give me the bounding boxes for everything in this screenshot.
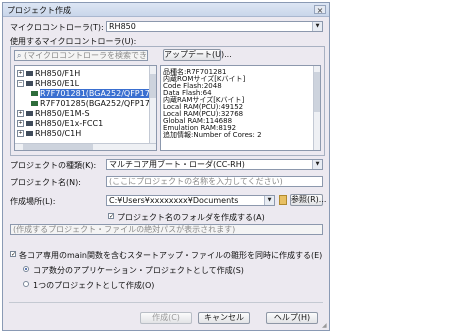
tree-item-rh850-c1h[interactable]: + RH850/C1H — [17, 129, 81, 138]
tree-item-rh850-f1h[interactable]: + RH850/F1H — [17, 69, 80, 78]
radio-per-core-label: コア数分のアプリケーション・プロジェクトとして作成(S) — [33, 266, 244, 275]
expand-icon[interactable]: + — [17, 130, 24, 137]
expand-icon[interactable]: + — [17, 110, 24, 117]
create-folder-checkbox[interactable]: ✓ — [108, 213, 114, 220]
scroll-thumb[interactable] — [150, 74, 156, 98]
create-startup-label: 各コア専用のmain関数を含むスタートアップ・ファイルの雛形を同時に作成する(E… — [19, 251, 323, 260]
radio-per-core[interactable] — [23, 266, 29, 272]
tree-vertical-scrollbar[interactable] — [149, 66, 156, 144]
collapse-icon[interactable]: − — [17, 80, 24, 87]
location-input[interactable]: C:¥Users¥xxxxxxxx¥Documents ▼ — [106, 195, 275, 206]
project-type-label: プロジェクトの種類(K): — [10, 161, 97, 170]
project-type-value: マルチコア用ブート・ローダ(CC-RH) — [109, 160, 245, 169]
location-label: 作成場所(L): — [10, 197, 56, 206]
file-path-placeholder: (作成するプロジェクト・ファイルの絶対パスが表示されます) — [13, 225, 236, 234]
project-name-label: プロジェクト名(N): — [10, 178, 81, 187]
mc-search-input[interactable]: ⌕ (マイクロコントローラを検索できます) — [14, 50, 148, 61]
chevron-down-icon: ▼ — [312, 160, 322, 169]
create-startup-checkbox[interactable]: ✓ — [10, 251, 16, 258]
scroll-thumb[interactable] — [23, 144, 93, 150]
search-icon: ⌕ — [17, 51, 22, 60]
create-folder-label: プロジェクト名のフォルダを作成する(A) — [117, 213, 265, 222]
info-line: 追加情報:Number of Cores: 2 — [163, 131, 262, 139]
create-button[interactable]: 作成(C) — [140, 312, 192, 324]
location-value: C:¥Users¥xxxxxxxx¥Documents — [109, 196, 239, 205]
mc-search-placeholder: (マイクロコントローラを検索できます) — [24, 51, 147, 60]
info-vertical-scrollbar[interactable] — [313, 66, 320, 150]
chip-icon — [26, 71, 33, 76]
radio-single-label: 1つのプロジェクトとして作成(O) — [33, 281, 155, 290]
chip-icon — [31, 101, 38, 106]
create-project-dialog: プロジェクト作成 × マイクロコントローラ(T): RH850 ▼ 使用するマイ… — [2, 2, 330, 331]
title-bar: プロジェクト作成 × — [3, 3, 329, 17]
project-name-placeholder: (ここにプロジェクトの名称を入力してください) — [109, 177, 283, 186]
tree-horizontal-scrollbar[interactable] — [15, 143, 156, 150]
divider — [9, 302, 323, 303]
tree-item-rh850-e1x-fcc1[interactable]: + RH850/E1x-FCC1 — [17, 119, 103, 128]
microcontroller-select[interactable]: RH850 ▼ — [106, 21, 323, 32]
tree-item-rh850-e1l[interactable]: − RH850/E1L — [17, 79, 79, 88]
project-file-path-display: (作成するプロジェクト・ファイルの絶対パスが表示されます) — [10, 224, 323, 235]
help-button[interactable]: ヘルプ(H) — [266, 312, 318, 324]
scroll-thumb[interactable] — [314, 72, 320, 112]
cancel-button[interactable]: キャンセル — [198, 312, 250, 324]
folder-icon — [279, 195, 287, 205]
chip-icon — [31, 91, 38, 96]
project-name-input[interactable]: (ここにプロジェクトの名称を入力してください) — [106, 176, 323, 187]
dialog-title: プロジェクト作成 — [7, 6, 71, 15]
tree-item-rh850-e1m-s[interactable]: + RH850/E1M-S — [17, 109, 90, 118]
chevron-down-icon: ▼ — [264, 196, 274, 205]
mc-info-panel: 品種名:R7F701281 内蔵ROMサイズ[Kバイト] Code Flash:… — [160, 65, 321, 151]
microcontroller-label: マイクロコントローラ(T): — [10, 23, 104, 32]
chip-icon — [26, 111, 33, 116]
tree-item-r7f701285[interactable]: R7F701285(BGA252/QFP176/ — [31, 99, 156, 108]
browse-button[interactable]: 参照(R)... — [290, 194, 326, 206]
project-type-select[interactable]: マルチコア用ブート・ローダ(CC-RH) ▼ — [106, 159, 323, 170]
expand-icon[interactable]: + — [17, 70, 24, 77]
close-button[interactable]: × — [314, 5, 326, 15]
chip-icon — [26, 81, 33, 86]
chevron-down-icon: ▼ — [312, 22, 322, 31]
chip-icon — [26, 121, 33, 126]
mc-tree[interactable]: + RH850/F1H − RH850/E1L R7F701281(BGA252/Q… — [14, 65, 157, 151]
microcontroller-value: RH850 — [109, 22, 136, 31]
update-button[interactable]: アップデート(U)... — [163, 49, 232, 61]
expand-icon[interactable]: + — [17, 120, 24, 127]
radio-single-project[interactable] — [23, 281, 29, 287]
resize-grip-icon[interactable]: ◢ — [322, 323, 328, 329]
chip-icon — [26, 131, 33, 136]
tree-item-r7f701281[interactable]: R7F701281(BGA252/QFP176/ — [31, 89, 156, 98]
